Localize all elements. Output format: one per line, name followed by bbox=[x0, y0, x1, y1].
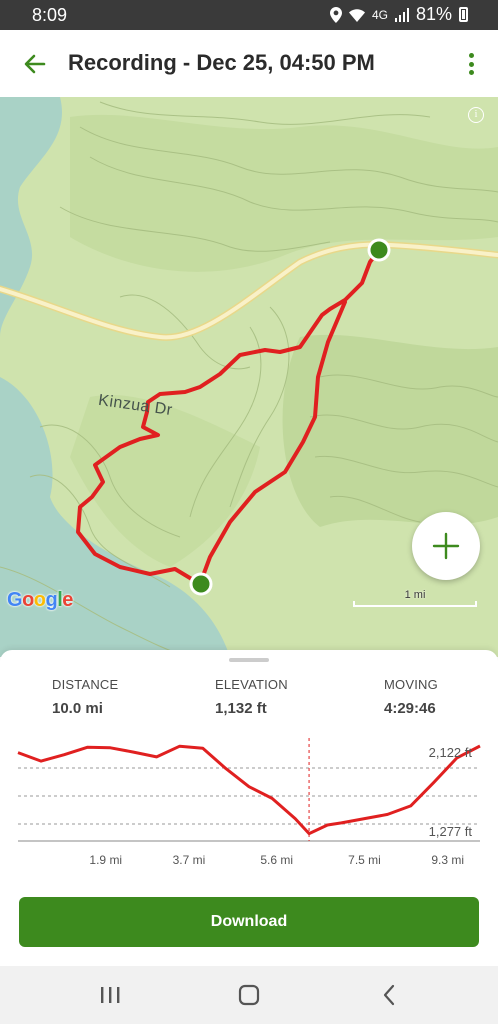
sheet-drag-handle[interactable] bbox=[229, 658, 269, 662]
y-label-max: 2,122 ft bbox=[429, 745, 473, 760]
x-tick-label: 7.5 mi bbox=[348, 853, 381, 867]
x-tick-label: 5.6 mi bbox=[260, 853, 293, 867]
home-button[interactable] bbox=[236, 984, 262, 1006]
system-nav-bar bbox=[0, 966, 498, 1024]
moving-value: 4:29:46 bbox=[384, 700, 436, 717]
info-icon[interactable]: i bbox=[468, 107, 484, 123]
elevation-value: 1,132 ft bbox=[215, 700, 267, 717]
scale-label: 1 mi bbox=[404, 589, 426, 601]
distance-label: DISTANCE bbox=[52, 677, 119, 692]
moving-label: MOVING bbox=[384, 677, 438, 692]
elevation-series-line bbox=[17, 744, 481, 836]
battery-icon bbox=[459, 7, 468, 22]
x-tick-label: 1.9 mi bbox=[89, 853, 122, 867]
back-button[interactable] bbox=[20, 49, 50, 79]
network-type: 4G bbox=[371, 7, 388, 22]
stats-sheet: DISTANCE 10.0 mi ELEVATION 1,132 ft MOVI… bbox=[0, 650, 498, 966]
moving-stat: MOVING 4:29:46 bbox=[384, 677, 438, 717]
scale-bar bbox=[353, 601, 477, 607]
page-title: Recording - Dec 25, 04:50 PM bbox=[68, 50, 375, 75]
map-view[interactable]: Kinzua Dr i Google 1 mi bbox=[0, 97, 498, 657]
recent-apps-icon bbox=[101, 987, 120, 1003]
y-label-min: 1,277 ft bbox=[429, 824, 473, 839]
distance-value: 10.0 mi bbox=[52, 700, 103, 717]
track-end-marker bbox=[189, 572, 213, 596]
status-time: 8:09 bbox=[32, 5, 68, 25]
battery-percent: 81% bbox=[415, 4, 452, 24]
home-icon bbox=[238, 984, 260, 1006]
signal-icon bbox=[394, 7, 409, 22]
recent-apps-button[interactable] bbox=[97, 984, 123, 1006]
map-scale: 1 mi bbox=[353, 589, 477, 607]
location-icon bbox=[329, 6, 342, 23]
elevation-stat: ELEVATION 1,132 ft bbox=[215, 677, 288, 717]
track-start-marker bbox=[367, 238, 391, 262]
elevation-chart[interactable]: 2,122 ft 1,277 ft 1.9 mi 3.7 mi 5.6 mi 7.5 … bbox=[0, 736, 498, 876]
more-vert-icon bbox=[468, 53, 474, 58]
app-bar: Recording - Dec 25, 04:50 PM bbox=[0, 30, 498, 97]
map-attribution: Google bbox=[7, 589, 73, 611]
status-bar: 8:09 4G 81% bbox=[0, 0, 498, 30]
elevation-label: ELEVATION bbox=[215, 677, 288, 692]
distance-stat: DISTANCE 10.0 mi bbox=[52, 677, 118, 717]
system-back-button[interactable] bbox=[376, 984, 402, 1006]
map-canvas bbox=[0, 97, 498, 657]
status-icons: 4G 81% bbox=[329, 4, 468, 25]
back-icon bbox=[383, 984, 395, 1006]
plus-icon bbox=[432, 532, 460, 560]
more-options-button[interactable] bbox=[464, 50, 478, 78]
arrow-back-icon bbox=[24, 54, 46, 74]
download-button[interactable]: Download bbox=[19, 897, 479, 947]
x-tick-label: 3.7 mi bbox=[173, 853, 206, 867]
zoom-in-button[interactable] bbox=[412, 512, 480, 580]
wifi-icon bbox=[348, 8, 365, 22]
x-tick-label: 9.3 mi bbox=[431, 853, 464, 867]
